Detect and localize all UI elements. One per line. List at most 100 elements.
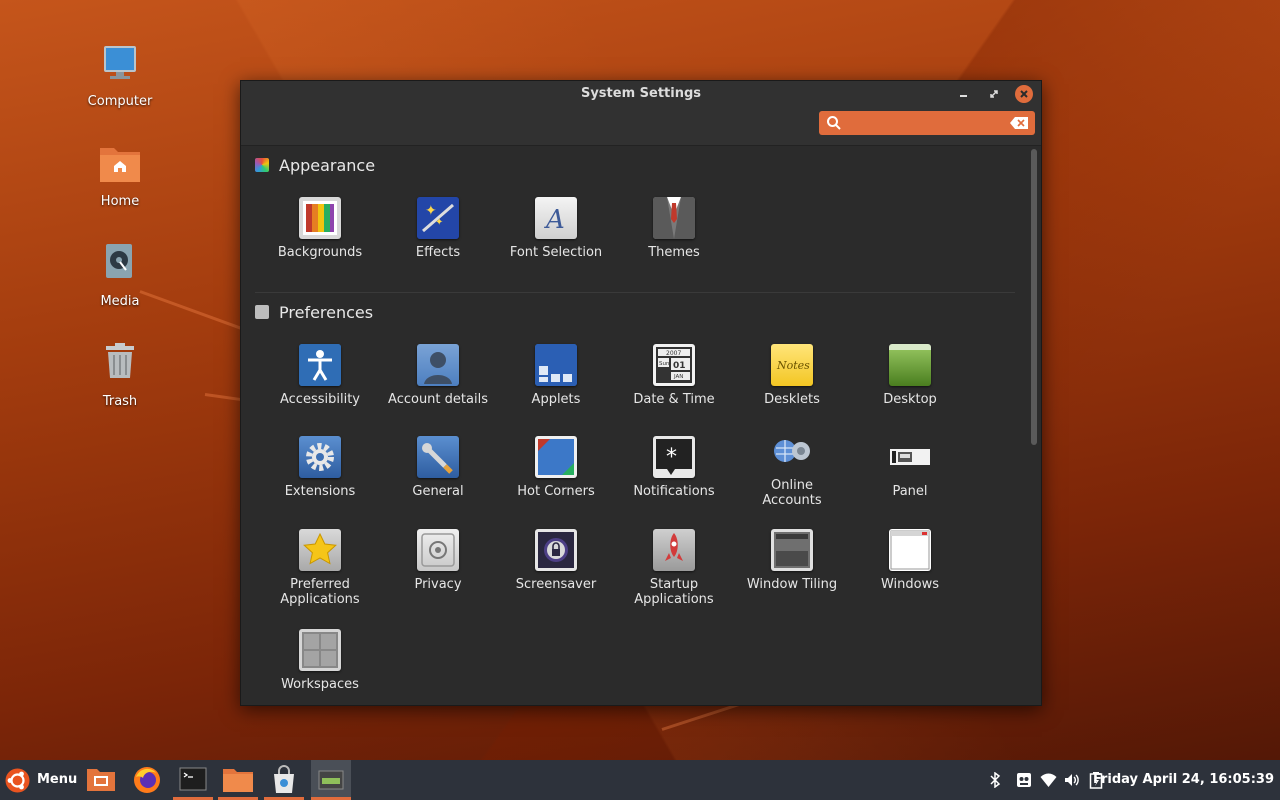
item-label: Panel: [892, 484, 928, 499]
settings-window-icon: [318, 770, 344, 790]
settings-item-windows[interactable]: Windows: [851, 529, 969, 592]
settings-item-startup-applications[interactable]: Startup Applications: [615, 529, 733, 607]
settings-item-screensaver[interactable]: Screensaver: [497, 529, 615, 592]
svg-text:A: A: [544, 205, 565, 235]
menu-label: Menu: [37, 772, 78, 787]
window-title: System Settings: [580, 86, 702, 101]
wallpaper-line: [204, 393, 245, 402]
search-input[interactable]: [845, 114, 1007, 134]
clear-search-icon[interactable]: [1010, 117, 1028, 129]
maximize-button[interactable]: [985, 85, 1003, 103]
settings-item-date-time[interactable]: 2007 Sun 01 JAN Date & Time: [615, 344, 733, 407]
settings-item-online-accounts[interactable]: Online Accounts: [733, 430, 851, 508]
item-label: Applets: [531, 392, 581, 407]
settings-item-effects[interactable]: ✦ ✦ Effects: [379, 197, 497, 260]
search-box[interactable]: [819, 111, 1035, 135]
item-label: Themes: [648, 245, 700, 260]
maximize-icon: [990, 90, 998, 98]
settings-item-font-selection[interactable]: A Font Selection: [497, 197, 615, 260]
section-title: Appearance: [279, 155, 376, 175]
settings-item-themes[interactable]: Themes: [615, 197, 733, 260]
xapp-status-tray[interactable]: [1016, 760, 1034, 800]
appearance-icon: [255, 158, 269, 172]
terminal-icon: [179, 767, 207, 791]
titlebar[interactable]: System Settings: [241, 81, 1041, 107]
search-icon: [827, 116, 841, 130]
folder-icon: [223, 769, 253, 792]
settings-item-preferred-applications[interactable]: Preferred Applications: [261, 529, 379, 607]
settings-content: Appearance Backgrounds ✦ ✦ Effects A Font…: [241, 146, 1027, 704]
desktop-icon-label: Trash: [102, 394, 138, 409]
settings-item-accessibility[interactable]: Accessibility: [261, 344, 379, 407]
volume-icon: [1065, 774, 1079, 786]
svg-text:✦: ✦: [435, 217, 443, 228]
scrollbar[interactable]: [1031, 149, 1037, 445]
item-label: Account details: [388, 392, 488, 407]
settings-item-panel[interactable]: Panel: [851, 436, 969, 499]
desktop-icon-trash[interactable]: Trash: [70, 342, 170, 409]
wifi-icon: [1040, 773, 1057, 787]
item-label: Desklets: [764, 392, 820, 407]
star-icon: [299, 529, 341, 571]
lock-icon: [535, 529, 577, 571]
settings-item-notifications[interactable]: * Notifications: [615, 436, 733, 499]
font-icon: A: [535, 197, 577, 239]
applets-icon: [535, 344, 577, 386]
window-icon: [889, 529, 931, 571]
desktop-icon-label: Computer: [87, 94, 153, 109]
settings-item-desklets[interactable]: Notes Desklets: [733, 344, 851, 407]
minimize-button[interactable]: [955, 85, 973, 103]
calendar-icon: 2007 Sun 01 JAN: [653, 344, 695, 386]
close-icon: [1020, 90, 1028, 98]
software-task[interactable]: [264, 760, 304, 800]
settings-item-backgrounds[interactable]: Backgrounds: [261, 197, 379, 260]
settings-item-hot-corners[interactable]: Hot Corners: [497, 436, 615, 499]
settings-item-desktop[interactable]: Desktop: [851, 344, 969, 407]
item-label: General: [412, 484, 464, 499]
ubuntu-logo-icon: [5, 768, 30, 793]
network-tray[interactable]: [1040, 760, 1058, 800]
files-task[interactable]: [218, 760, 258, 800]
wrench-icon: [417, 436, 459, 478]
close-button[interactable]: [1015, 85, 1033, 103]
item-label: Screensaver: [515, 577, 597, 592]
backgrounds-icon: [299, 197, 341, 239]
online-accounts-icon: [771, 430, 813, 472]
clock[interactable]: Friday April 24, 16:05:39: [1093, 760, 1274, 800]
menu-button[interactable]: Menu: [0, 760, 80, 800]
svg-text:*: *: [666, 445, 677, 470]
item-label: Preferred Applications: [280, 577, 360, 607]
gear-icon: [299, 436, 341, 478]
item-label: Workspaces: [281, 677, 359, 692]
bluetooth-icon: [990, 772, 1001, 788]
desktop-icon-computer[interactable]: Computer: [70, 42, 170, 109]
settings-item-applets[interactable]: Applets: [497, 344, 615, 407]
system-settings-task[interactable]: [311, 760, 351, 800]
home-folder-icon: [96, 142, 144, 190]
settings-item-workspaces[interactable]: Workspaces: [261, 629, 379, 692]
item-label: Date & Time: [633, 392, 715, 407]
workspaces-icon: [299, 629, 341, 671]
firefox-launcher[interactable]: [128, 760, 166, 800]
section-title: Preferences: [279, 302, 374, 322]
terminal-task[interactable]: [173, 760, 213, 800]
desktop-icon-label: Media: [100, 294, 140, 309]
settings-item-privacy[interactable]: Privacy: [379, 529, 497, 592]
item-label: Privacy: [414, 577, 462, 592]
volume-tray[interactable]: [1064, 760, 1082, 800]
hot-corners-icon: [535, 436, 577, 478]
desktop-icon-home[interactable]: Home: [70, 142, 170, 209]
settings-item-window-tiling[interactable]: Window Tiling: [733, 529, 851, 592]
settings-item-general[interactable]: General: [379, 436, 497, 499]
system-settings-window: System Settings Appearance Backgrounds ✦…: [240, 80, 1042, 706]
item-label: Font Selection: [509, 245, 603, 260]
show-desktop-launcher[interactable]: [82, 760, 120, 800]
bluetooth-tray[interactable]: [987, 760, 1005, 800]
settings-item-account-details[interactable]: Account details: [379, 344, 497, 407]
desktop-icon-media[interactable]: Media: [70, 242, 170, 309]
item-label: Backgrounds: [277, 245, 363, 260]
themes-icon: [653, 197, 695, 239]
account-icon: [417, 344, 459, 386]
settings-item-extensions[interactable]: Extensions: [261, 436, 379, 499]
panel-icon: [889, 436, 931, 478]
